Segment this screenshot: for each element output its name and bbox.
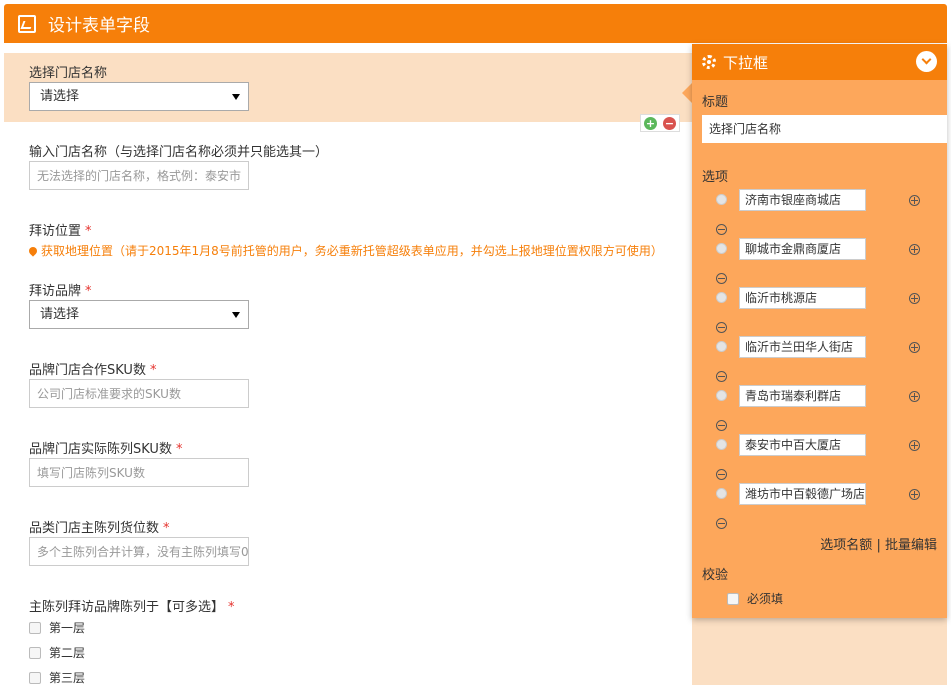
panel-header: 下拉框 <box>692 44 947 80</box>
sku-actual-input[interactable] <box>29 458 249 487</box>
option-input[interactable]: 济南市银座商城店 <box>739 189 866 211</box>
select-value: 请选择 <box>40 89 80 104</box>
option-input[interactable]: 临沂市桃源店 <box>739 287 866 309</box>
field-label: 品牌门店合作SKU数 * <box>29 363 157 378</box>
panel-backdrop <box>692 618 947 685</box>
form-designer: 设计表单字段 选择门店名称 请选择 输入门店名称（与选择门店名称必须并只能选其一… <box>0 0 951 685</box>
shelf-count-input[interactable] <box>29 537 249 566</box>
field-label: 品类门店主陈列货位数 * <box>29 521 170 536</box>
checkbox[interactable] <box>29 646 41 659</box>
field-sku-actual[interactable]: 品牌门店实际陈列SKU数 * <box>4 432 692 492</box>
checkbox[interactable] <box>29 671 41 684</box>
option-input[interactable]: 聊城市金鼎商厦店 <box>739 238 866 260</box>
field-label: 品牌门店实际陈列SKU数 * <box>29 442 183 457</box>
option-radio[interactable] <box>716 488 727 499</box>
store-select[interactable]: 请选择 <box>29 82 249 111</box>
field-label: 选择门店名称 <box>29 66 108 81</box>
remove-option-icon[interactable] <box>716 371 727 382</box>
field-location[interactable]: 拜访位置 * 获取地理位置（请于2015年1月8号前托管的用户，务必重新托管超级表… <box>4 213 692 263</box>
caret-down-icon <box>232 94 240 100</box>
field-floors[interactable]: 主陈列拜访品牌陈列于【可多选】 * 第一层 第二层 第三层 <box>4 590 692 685</box>
remove-option-icon[interactable] <box>716 322 727 333</box>
add-option-icon[interactable] <box>909 342 920 353</box>
select-value: 请选择 <box>40 307 80 322</box>
title-input[interactable]: 选择门店名称 <box>702 115 947 143</box>
remove-option-icon[interactable] <box>716 469 727 480</box>
checkbox-floor-1[interactable]: 第一层 <box>29 619 85 636</box>
remove-option-icon[interactable] <box>716 273 727 284</box>
panel-pointer <box>682 83 692 103</box>
sku-coop-input[interactable] <box>29 379 249 408</box>
chevron-down-icon[interactable] <box>916 51 937 72</box>
remove-option-icon[interactable] <box>716 518 727 529</box>
required-checkbox-row[interactable]: 必须填 <box>727 590 783 607</box>
checkbox-floor-2[interactable]: 第二层 <box>29 644 85 661</box>
field-store-select[interactable]: 选择门店名称 请选择 <box>4 53 692 122</box>
option-radio[interactable] <box>716 243 727 254</box>
option-input[interactable]: 泰安市中百大厦店 <box>739 434 866 456</box>
add-option-icon[interactable] <box>909 440 920 451</box>
option-input[interactable]: 临沂市兰田华人街店 <box>739 336 866 358</box>
link-separator: | <box>876 538 881 553</box>
add-field-icon[interactable]: + <box>644 116 657 130</box>
option-radio[interactable] <box>716 439 727 450</box>
required-checkbox[interactable] <box>727 592 739 605</box>
checkbox[interactable] <box>29 621 41 634</box>
option-input[interactable]: 潍坊市中百毂德广场店 <box>739 483 866 505</box>
brand-select[interactable]: 请选择 <box>29 300 249 329</box>
option-links: 选项名额 | 批量编辑 <box>820 534 937 553</box>
add-option-icon[interactable] <box>909 195 920 206</box>
remove-field-icon[interactable]: − <box>663 116 676 130</box>
option-radio[interactable] <box>716 390 727 401</box>
header-bar: 设计表单字段 <box>4 4 947 43</box>
add-option-icon[interactable] <box>909 489 920 500</box>
image-icon <box>18 14 36 33</box>
field-properties-panel: 下拉框 标题 选择门店名称 选项 济南市银座商城店 聊城市金鼎商厦店 临沂市桃源… <box>692 44 947 618</box>
page-title: 设计表单字段 <box>48 16 150 36</box>
field-label: 输入门店名称（与选择门店名称必须并只能选其一） <box>29 145 329 160</box>
remove-option-icon[interactable] <box>716 224 727 235</box>
option-radio[interactable] <box>716 292 727 303</box>
field-store-input[interactable]: 输入门店名称（与选择门店名称必须并只能选其一） <box>4 133 692 193</box>
gear-icon <box>702 55 716 69</box>
map-pin-icon <box>27 245 39 257</box>
options-label: 选项 <box>702 170 729 185</box>
option-quota-link[interactable]: 选项名额 <box>820 538 872 553</box>
get-location-link[interactable]: 获取地理位置（请于2015年1月8号前托管的用户，务必重新托管超级表单应用，并勾… <box>27 242 663 259</box>
field-brand[interactable]: 拜访品牌 * 请选择 <box>4 273 692 333</box>
option-radio[interactable] <box>716 341 727 352</box>
remove-option-icon[interactable] <box>716 420 727 431</box>
required-checkbox-label: 必须填 <box>747 592 784 606</box>
store-name-input[interactable] <box>29 161 249 190</box>
add-option-icon[interactable] <box>909 293 920 304</box>
option-input[interactable]: 青岛市瑞泰利群店 <box>739 385 866 407</box>
batch-edit-link[interactable]: 批量编辑 <box>885 538 937 553</box>
validate-label: 校验 <box>702 568 729 583</box>
field-label: 拜访位置 * <box>29 224 92 239</box>
title-label: 标题 <box>702 95 729 110</box>
option-radio[interactable] <box>716 194 727 205</box>
caret-down-icon <box>232 312 240 318</box>
field-label: 拜访品牌 * <box>29 284 92 299</box>
add-option-icon[interactable] <box>909 391 920 402</box>
checkbox-floor-3[interactable]: 第三层 <box>29 669 85 685</box>
field-sku-coop[interactable]: 品牌门店合作SKU数 * <box>4 353 692 413</box>
field-shelf[interactable]: 品类门店主陈列货位数 * <box>4 511 692 571</box>
add-option-icon[interactable] <box>909 244 920 255</box>
field-label: 主陈列拜访品牌陈列于【可多选】 * <box>29 600 235 615</box>
form-preview: 选择门店名称 请选择 输入门店名称（与选择门店名称必须并只能选其一） 拜访位置*… <box>4 43 692 685</box>
panel-title: 下拉框 <box>723 53 769 72</box>
field-actions: + − <box>640 114 680 132</box>
